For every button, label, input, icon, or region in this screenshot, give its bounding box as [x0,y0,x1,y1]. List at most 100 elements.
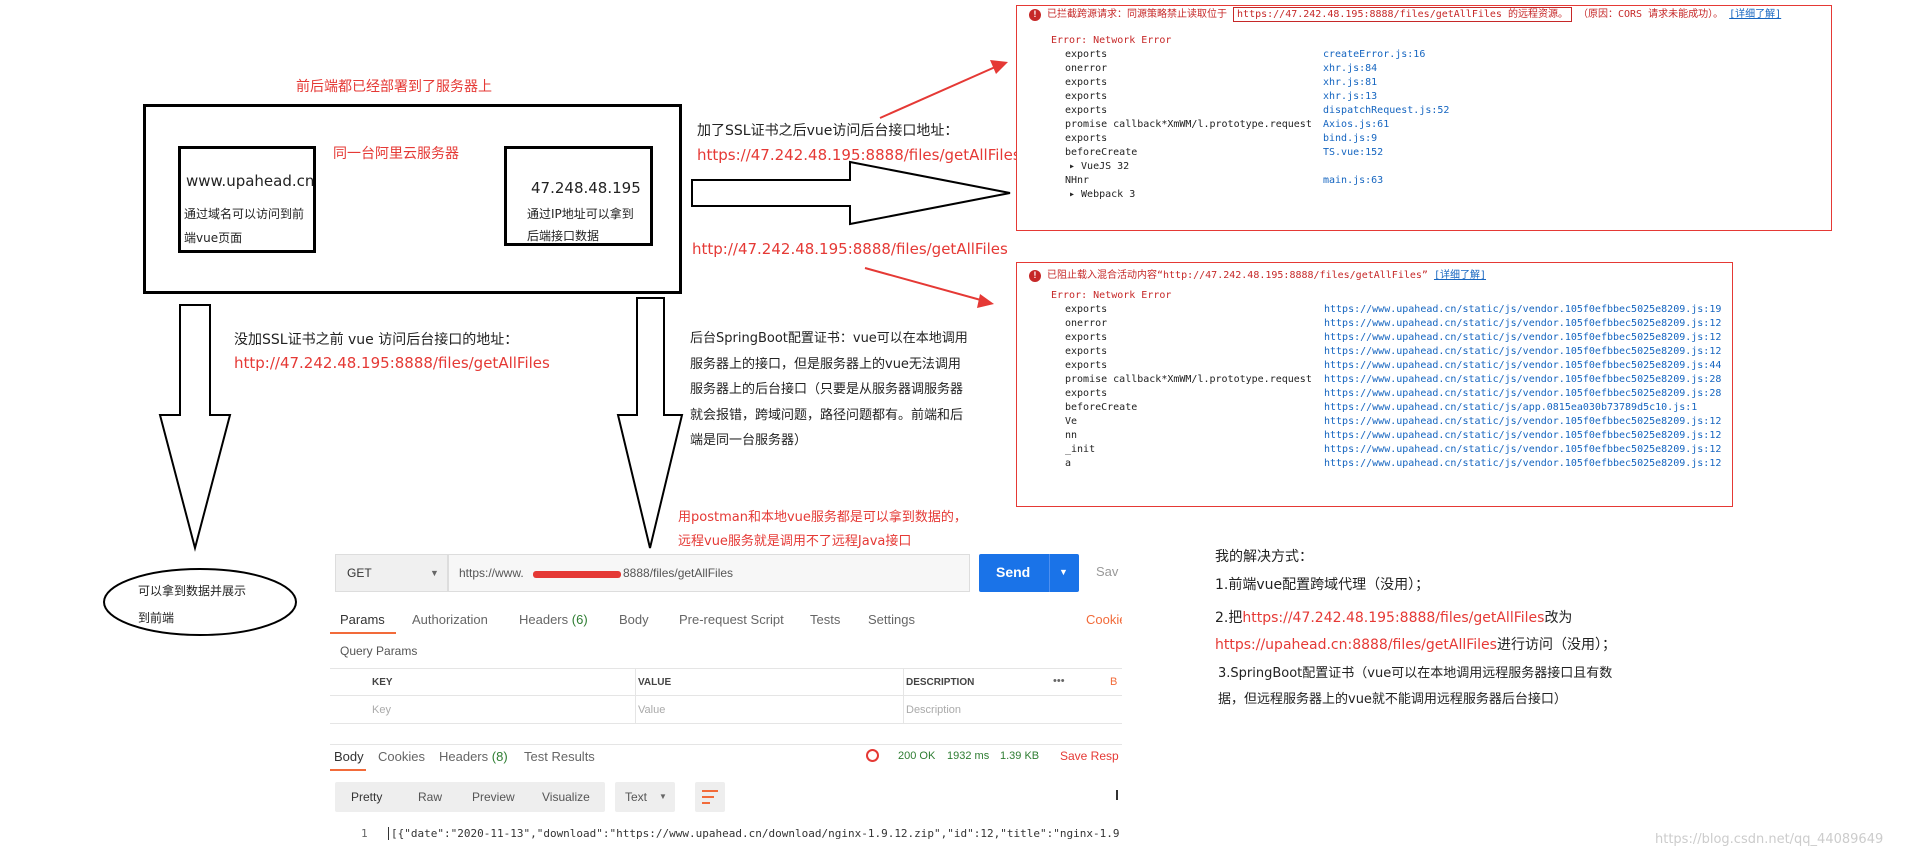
chevron-down-icon: ▼ [659,792,667,801]
stack-source-link[interactable]: https://www.upahead.cn/static/js/vendor.… [1324,303,1721,317]
tab-authorization[interactable]: Authorization [412,612,488,627]
stack-function: ▸ VueJS 32 [1069,161,1130,172]
stack-source-link[interactable]: xhr.js:84 [1323,62,1377,76]
view-pretty[interactable]: Pretty [351,790,382,804]
solution-1: 1.前端vue配置跨域代理（没用）； [1215,577,1430,593]
key-input[interactable]: Key [372,704,391,716]
springboot-note-line: 后台SpringBoot配置证书：vue可以在本地调用 [690,331,968,346]
springboot-note-line: 服务器上的后台接口（只要是从服务器调服务器 [690,382,964,397]
stack-row: nn https://www.upahead.cn/static/js/vendo… [1017,429,1732,443]
console-mixed-learn-more[interactable]: [详细了解] [1434,270,1486,281]
value-input[interactable]: Value [638,704,665,716]
stack-function: beforeCreate [1065,147,1138,158]
console-cors-learn-more[interactable]: [详细了解] [1729,9,1781,20]
wrap-icon [702,796,714,798]
stack-row: exports https://www.upahead.cn/static/js/… [1017,303,1732,317]
solutions-title: 我的解决方式： [1215,549,1313,565]
more-options-icon[interactable]: ••• [1053,675,1065,687]
stack-source-link[interactable]: bind.js:9 [1323,132,1377,146]
after-ssl-url: https://47.242.48.195:8888/files/getAllF… [697,146,1021,164]
stack-source-link[interactable]: Axios.js:61 [1323,118,1389,132]
stack-source-link[interactable]: https://www.upahead.cn/static/js/vendor.… [1324,359,1721,373]
springboot-note-line: 服务器上的接口，但是服务器上的vue无法调用 [690,356,961,372]
tab-settings[interactable]: Settings [868,612,915,627]
stack-source-link[interactable]: main.js:63 [1323,174,1383,188]
console-mixed-header-text: 已阻止载入混合活动内容“http://47.242.48.195:8888/fi… [1047,270,1428,281]
stack-source-link[interactable]: https://www.upahead.cn/static/js/vendor.… [1324,443,1721,457]
resp-tab-cookies[interactable]: Cookies [378,749,425,764]
stack-source-link[interactable]: https://www.upahead.cn/static/js/vendor.… [1324,331,1721,345]
solution-3-line-1: 3.SpringBoot配置证书（vue可以在本地调用远程服务器接口且有数 [1218,666,1613,681]
stack-source-link[interactable]: dispatchRequest.js:52 [1323,104,1449,118]
stack-source-link[interactable]: https://www.upahead.cn/static/js/app.081… [1324,401,1697,415]
view-raw[interactable]: Raw [418,790,442,804]
method-select[interactable]: GET ▼ [335,554,448,592]
tab-body[interactable]: Body [619,612,649,627]
params-table-row: Key Value Description [330,696,1122,724]
stack-function: exports [1065,49,1108,60]
resp-tab-headers[interactable]: Headers (8) [439,749,508,764]
tab-pre-request-script[interactable]: Pre-request Script [679,612,784,627]
black-block-arrow-down-left [158,304,232,552]
stack-source-link[interactable]: https://www.upahead.cn/static/js/vendor.… [1324,429,1721,443]
stack-source-link[interactable]: createError.js:16 [1323,48,1425,62]
col-key: KEY [372,677,393,688]
tab-headers-label: Headers [519,612,569,627]
red-arrow-to-cors [879,63,1003,119]
url-suffix: 8888/files/getAllFiles [623,566,734,580]
red-arrow-to-mixed [864,267,989,303]
stack-source-link[interactable]: xhr.js:81 [1323,76,1377,90]
stack-source-link[interactable]: TS.vue:152 [1323,146,1383,160]
resp-tab-body[interactable]: Body [334,749,364,764]
stack-source-link[interactable]: https://www.upahead.cn/static/js/vendor.… [1324,457,1721,471]
wrap-icon [702,802,710,804]
tab-headers[interactable]: Headers (6) [519,612,588,627]
solution-3-line-2: 据，但远程服务器上的vue就不能调用远程服务器后台接口） [1218,692,1567,707]
stack-source-link[interactable]: https://www.upahead.cn/static/js/vendor.… [1324,415,1721,429]
black-block-arrow-right [691,160,1011,226]
view-visualize[interactable]: Visualize [542,790,590,804]
col-description: DESCRIPTION [906,677,975,688]
after-ssl-label: 加了SSL证书之后vue访问后台接口地址： [697,123,959,139]
view-preview[interactable]: Preview [472,790,515,804]
save-button[interactable]: Sav [1096,564,1118,579]
tab-params[interactable]: Params [340,612,385,627]
method-label: GET [347,566,372,580]
stack-function: exports [1065,105,1108,116]
stack-source-link[interactable]: https://www.upahead.cn/static/js/vendor.… [1324,387,1721,401]
stack-function: exports [1065,77,1108,88]
console-cors-header-reason: （原因：CORS 请求未能成功）。 [1578,9,1724,20]
description-input[interactable]: Description [906,704,961,716]
url-input[interactable]: https://www. 8888/files/getAllFiles [448,554,970,592]
stack-row: exports createError.js:16 [1017,48,1831,62]
stack-row: onerror https://www.upahead.cn/static/js/… [1017,317,1732,331]
console-cors-error-title: Error: Network Error [1051,35,1172,46]
stack-function: exports [1065,304,1108,315]
globe-icon[interactable] [866,749,879,762]
stack-row: NHnr main.js:63 [1017,174,1831,188]
backend-box: 47.248.48.195 通过IP地址可以拿到 后端接口数据 [504,146,653,246]
resp-tab-test-results[interactable]: Test Results [524,749,595,764]
cookies-link[interactable]: Cookie [1086,612,1122,627]
console-mixed-stack: exports https://www.upahead.cn/static/js/… [1017,303,1732,471]
console-cors-header: ! 已拦截跨源请求：同源策略禁止读取位于 https://47.242.48.1… [1017,6,1831,24]
stack-source-link[interactable]: xhr.js:13 [1323,90,1377,104]
stack-source-link[interactable]: https://www.upahead.cn/static/js/vendor.… [1324,373,1721,387]
tab-tests[interactable]: Tests [810,612,840,627]
stack-row: promise callback*XmWM/l.prototype.reques… [1017,118,1831,132]
error-icon: ! [1029,9,1041,21]
postman-panel: GET ▼ https://www. 8888/files/getAllFile… [330,550,1122,850]
stack-source-link[interactable]: https://www.upahead.cn/static/js/vendor.… [1324,345,1721,359]
cursor-mark [1116,790,1118,800]
chevron-down-icon[interactable]: ▼ [1059,567,1068,577]
save-response-button[interactable]: Save Resp [1060,749,1119,763]
stack-source-link[interactable]: https://www.upahead.cn/static/js/vendor.… [1324,317,1721,331]
stack-function: promise callback*XmWM/l.prototype.reques… [1065,119,1312,130]
bulk-edit-link[interactable]: B [1110,676,1117,688]
stack-function: exports [1065,388,1108,399]
format-select[interactable]: Text ▼ [615,782,675,812]
send-button[interactable]: Send ▼ [979,554,1079,592]
col-divider [903,669,904,695]
wrap-lines-button[interactable] [695,782,725,812]
stack-row: exports https://www.upahead.cn/static/js/… [1017,345,1732,359]
